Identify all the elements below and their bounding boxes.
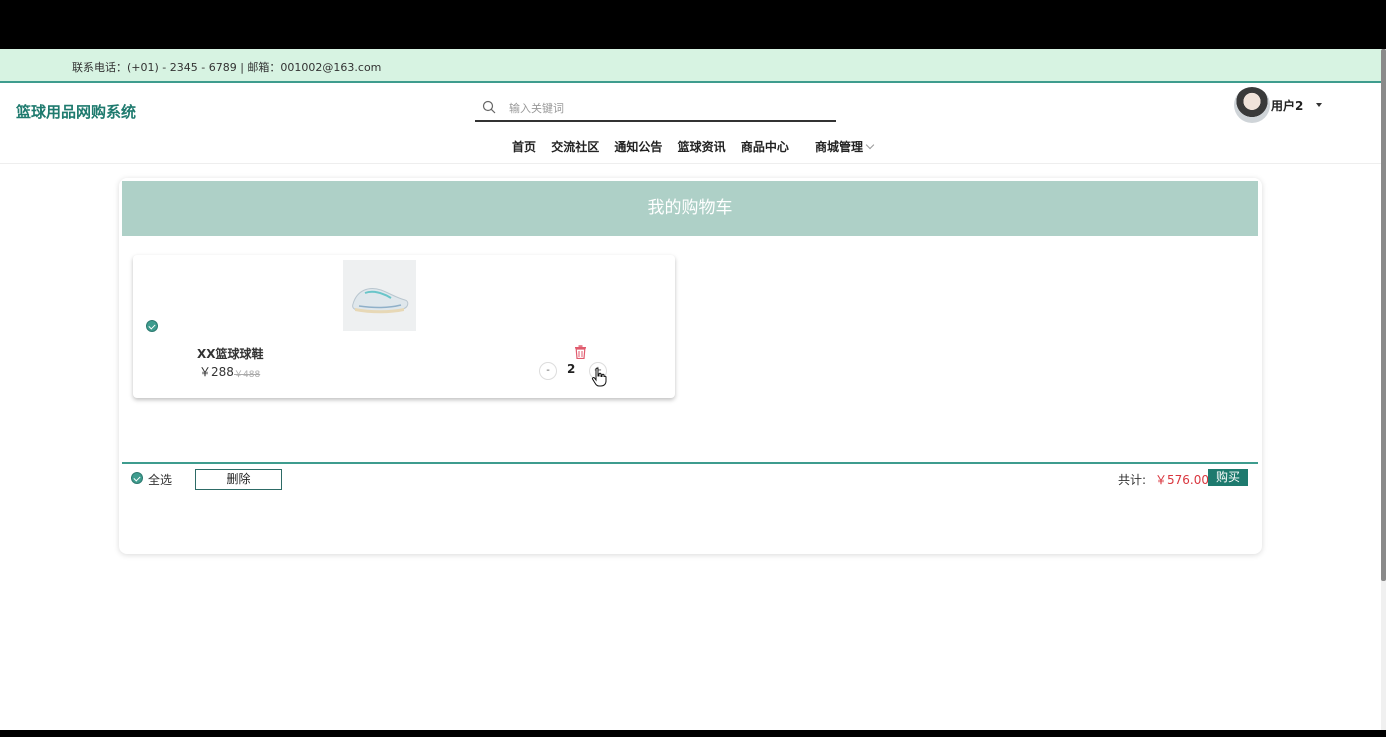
- search-icon[interactable]: [482, 100, 496, 114]
- quantity-value: 2: [567, 362, 576, 376]
- nav-item-shop-admin[interactable]: 商城管理: [815, 138, 875, 155]
- product-image[interactable]: [343, 260, 416, 331]
- nav-item-shop-admin-label: 商城管理: [815, 140, 864, 154]
- shoe-image: [343, 260, 416, 331]
- item-price: ￥288: [199, 365, 234, 379]
- caret-down-icon[interactable]: [1316, 103, 1323, 107]
- site-logo[interactable]: 篮球用品网购系统: [16, 101, 136, 122]
- hand-cursor-icon: [591, 367, 607, 387]
- delete-button[interactable]: 删除: [195, 469, 282, 490]
- item-name[interactable]: XX篮球球鞋: [197, 345, 264, 362]
- user-name[interactable]: 用户2: [1271, 97, 1303, 114]
- scrollbar-thumb[interactable]: [1381, 49, 1386, 581]
- nav-item-home[interactable]: 首页: [512, 138, 536, 155]
- user-menu[interactable]: 用户2: [1234, 87, 1323, 123]
- search-bar: [475, 96, 836, 122]
- trash-icon[interactable]: [574, 345, 587, 359]
- total-label: 共计:: [1118, 473, 1147, 487]
- buy-button[interactable]: 购买: [1208, 469, 1248, 486]
- nav-item-news[interactable]: 篮球资讯: [678, 138, 726, 155]
- cart-panel: 我的购物车 XX篮球球鞋 ￥288 ￥488 - 2 全选 删除 共计: ￥57…: [119, 178, 1262, 554]
- avatar[interactable]: [1234, 87, 1270, 123]
- footer-divider: [122, 462, 1258, 464]
- nav-item-notices[interactable]: 通知公告: [614, 138, 662, 155]
- item-check-icon[interactable]: [147, 321, 157, 331]
- contact-bar: 联系电话：(+01) - 2345 - 6789 | 邮箱：001002@163…: [0, 49, 1381, 83]
- nav-item-community[interactable]: 交流社区: [551, 138, 599, 155]
- search-input[interactable]: [509, 99, 809, 117]
- cart-title: 我的购物车: [122, 181, 1258, 236]
- nav-item-products[interactable]: 商品中心: [741, 138, 789, 155]
- site-header: 篮球用品网购系统 用户2 首页 交流社区 通知公告 篮球资讯 商品中心 商城管理: [0, 85, 1381, 164]
- total-value: ￥576.00: [1155, 473, 1209, 487]
- contact-info: 联系电话：(+01) - 2345 - 6789 | 邮箱：001002@163…: [72, 61, 382, 74]
- item-old-price: ￥488: [234, 370, 261, 380]
- chevron-down-icon: [865, 140, 875, 150]
- app-screen: 联系电话：(+01) - 2345 - 6789 | 邮箱：001002@163…: [0, 49, 1386, 730]
- select-all-label[interactable]: 全选: [148, 471, 172, 488]
- select-all-check-icon[interactable]: [132, 473, 142, 483]
- quantity-minus-button[interactable]: -: [539, 362, 557, 380]
- page-scrollbar[interactable]: [1381, 49, 1386, 730]
